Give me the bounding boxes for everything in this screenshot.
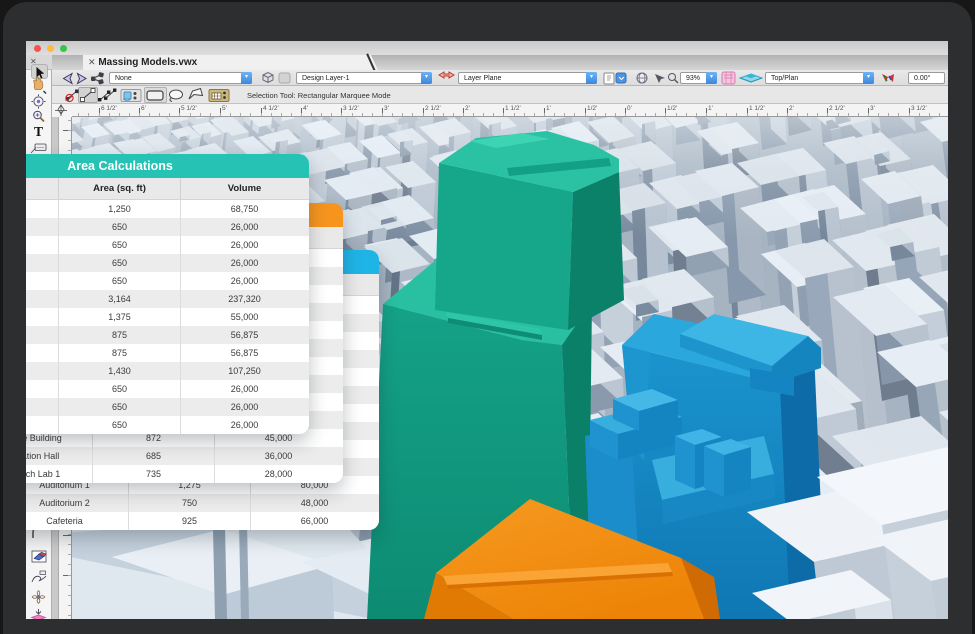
svg-text:T: T [34,124,43,139]
